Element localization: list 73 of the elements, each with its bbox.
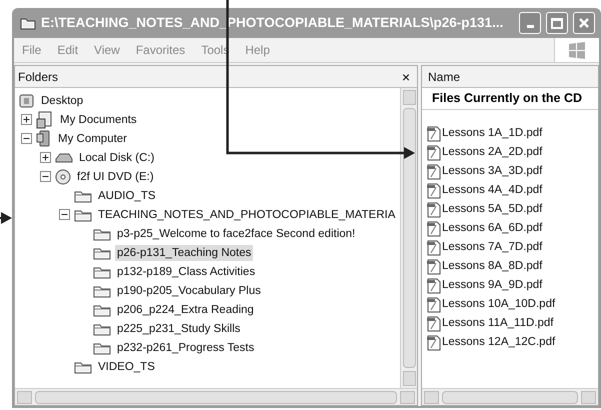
tree-item[interactable]: My Computer (56, 130, 130, 146)
disc-icon (55, 168, 71, 184)
tree-item[interactable]: f2f UI DVD (E:) (75, 168, 156, 184)
drive-icon (55, 152, 73, 164)
folder-icon (93, 284, 111, 298)
folder-icon (20, 16, 36, 30)
leader-line (0, 212, 12, 224)
close-button[interactable]: × (398, 70, 414, 84)
folder-icon (93, 322, 111, 336)
windows-logo-icon (567, 41, 587, 59)
folder-icon (74, 360, 92, 374)
tree-item[interactable]: Desktop (39, 92, 86, 108)
pdf-file-name[interactable]: Lessons 8A_8D.pdf (442, 258, 542, 276)
pdf-file-name[interactable]: Lessons 2A_2D.pdf (442, 144, 542, 162)
tree-item[interactable]: Local Disk (C:) (77, 150, 156, 166)
pdf-file-name[interactable]: Lessons 4A_4D.pdf (442, 182, 542, 200)
tree-item[interactable]: p206_p224_Extra Reading (115, 302, 256, 318)
folder-icon (93, 246, 111, 260)
tree-item[interactable]: p190-p205_Vocabulary Plus (115, 282, 263, 298)
pdf-file-icon (426, 316, 442, 332)
pdf-file-icon (426, 164, 442, 180)
desktop-icon (19, 92, 35, 108)
pdf-file-name[interactable]: Lessons 12A_12C.pdf (442, 334, 556, 352)
pdf-file-icon (426, 126, 442, 142)
pdf-file-icon (426, 296, 442, 312)
pdf-file-name[interactable]: Lessons 11A_11D.pdf (442, 314, 554, 332)
minimize-button[interactable] (519, 12, 541, 34)
documents-icon (36, 110, 54, 128)
pane-title: Folders (18, 68, 58, 86)
vertical-scrollbar[interactable] (400, 88, 417, 388)
pdf-file-name[interactable]: Lessons 5A_5D.pdf (442, 200, 542, 218)
computer-icon (36, 130, 52, 148)
tree-item[interactable]: p132-p189_Class Activities (115, 264, 258, 280)
tree-item[interactable]: p225_p231_Study Skills (115, 320, 242, 336)
folder-icon (93, 340, 111, 354)
pdf-file-icon (426, 278, 442, 294)
close-icon (578, 17, 590, 29)
expand-icon[interactable] (21, 114, 32, 125)
pdf-file-icon (426, 220, 442, 236)
folder-icon (93, 302, 111, 316)
tree-item[interactable]: VIDEO_TS (96, 358, 157, 374)
pdf-file-name[interactable]: Lessons 3A_3D.pdf (442, 162, 542, 180)
collapse-icon[interactable] (59, 209, 70, 220)
pdf-file-name[interactable]: Lessons 7A_7D.pdf (442, 238, 542, 256)
tree-item[interactable]: TEACHING_NOTES_AND_PHOTOCOPIABLE_MATERIA (96, 206, 398, 222)
pdf-file-icon (426, 240, 442, 256)
maximize-button[interactable] (546, 12, 568, 34)
tree-item[interactable]: p232-p261_Progress Tests (115, 340, 256, 356)
pdf-file-name[interactable]: Lessons 6A_6D.pdf (442, 220, 542, 238)
pdf-file-name[interactable]: Lessons 10A_10D.pdf (442, 296, 556, 314)
tree-item[interactable]: p3-p25_Welcome to face2face Second edition! (115, 226, 358, 242)
folder-icon (74, 208, 92, 222)
horizontal-scrollbar[interactable] (15, 388, 417, 405)
pdf-file-icon (426, 144, 442, 160)
pdf-file-name[interactable]: Lessons 1A_1D.pdf (442, 124, 542, 142)
expand-icon[interactable] (40, 152, 51, 163)
pdf-file-icon (426, 202, 442, 218)
tree-item[interactable]: AUDIO_TS (96, 188, 158, 204)
pdf-file-icon (426, 182, 442, 198)
folder-icon (93, 264, 111, 278)
horizontal-scrollbar[interactable] (422, 388, 598, 405)
pdf-file-icon (426, 334, 442, 350)
collapse-icon[interactable] (40, 171, 51, 182)
group-header: Files Currently on the CD (432, 90, 582, 108)
folder-icon (93, 226, 111, 240)
collapse-icon[interactable] (21, 133, 32, 144)
close-button[interactable] (573, 12, 595, 34)
folder-icon (74, 188, 92, 202)
pdf-file-name[interactable]: Lessons 9A_9D.pdf (442, 276, 542, 294)
tree-item[interactable]: p26-p131_Teaching Notes (115, 244, 254, 260)
tree-item[interactable]: My Documents (58, 112, 139, 128)
pdf-file-icon (426, 258, 442, 274)
column-header[interactable]: Name (428, 68, 460, 86)
